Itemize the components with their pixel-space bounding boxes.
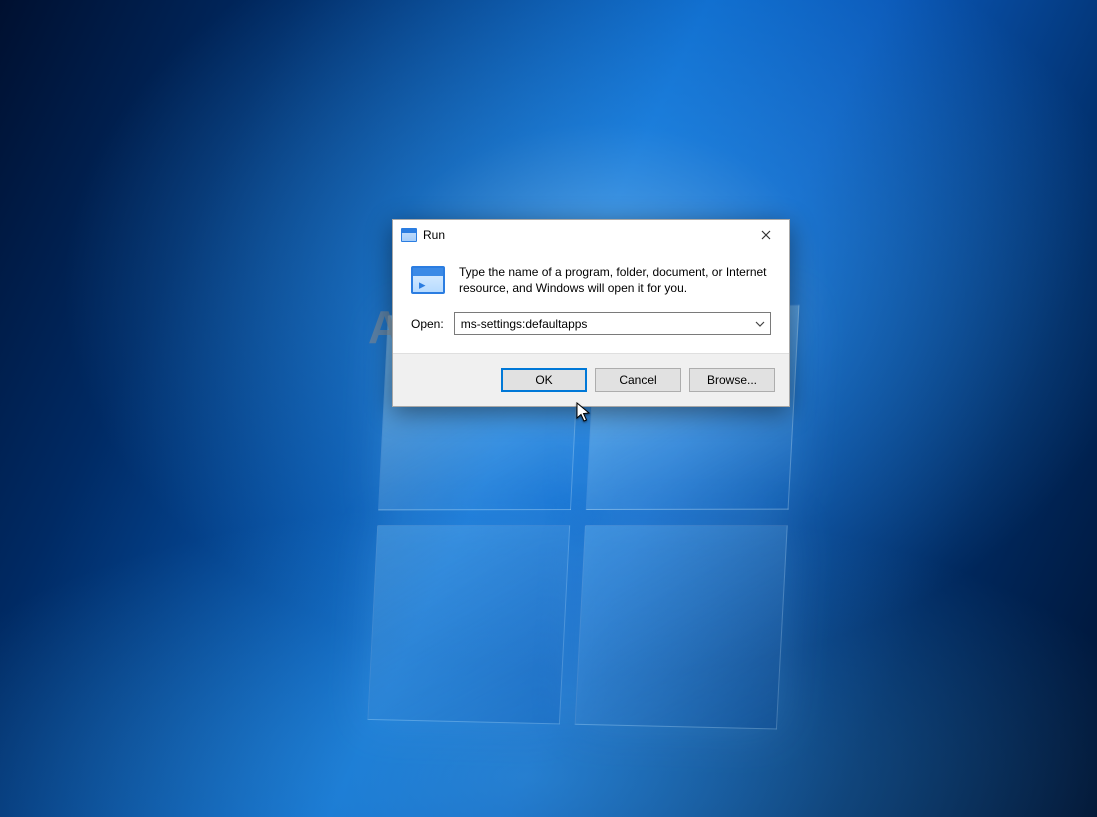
run-dialog-window: Run Type the name of a program, folder, … xyxy=(392,219,790,407)
browse-button[interactable]: Browse... xyxy=(689,368,775,392)
dialog-body: Type the name of a program, folder, docu… xyxy=(393,250,789,312)
run-title-icon xyxy=(401,228,417,242)
dialog-description: Type the name of a program, folder, docu… xyxy=(459,264,771,296)
open-row: Open: xyxy=(393,312,789,353)
button-bar: OK Cancel Browse... xyxy=(393,353,789,406)
combobox-dropdown-button[interactable] xyxy=(750,313,770,334)
titlebar[interactable]: Run xyxy=(393,220,789,250)
open-combobox[interactable] xyxy=(454,312,771,335)
desktop-background: A PUALS Run Type the name of a program, … xyxy=(0,0,1097,817)
chevron-down-icon xyxy=(755,321,765,327)
open-input[interactable] xyxy=(454,312,771,335)
run-app-icon xyxy=(411,266,445,294)
close-icon xyxy=(761,230,771,240)
cancel-button[interactable]: Cancel xyxy=(595,368,681,392)
window-title: Run xyxy=(423,228,445,242)
ok-button[interactable]: OK xyxy=(501,368,587,392)
open-label: Open: xyxy=(411,317,444,331)
mouse-cursor xyxy=(576,402,592,424)
close-button[interactable] xyxy=(743,220,789,250)
